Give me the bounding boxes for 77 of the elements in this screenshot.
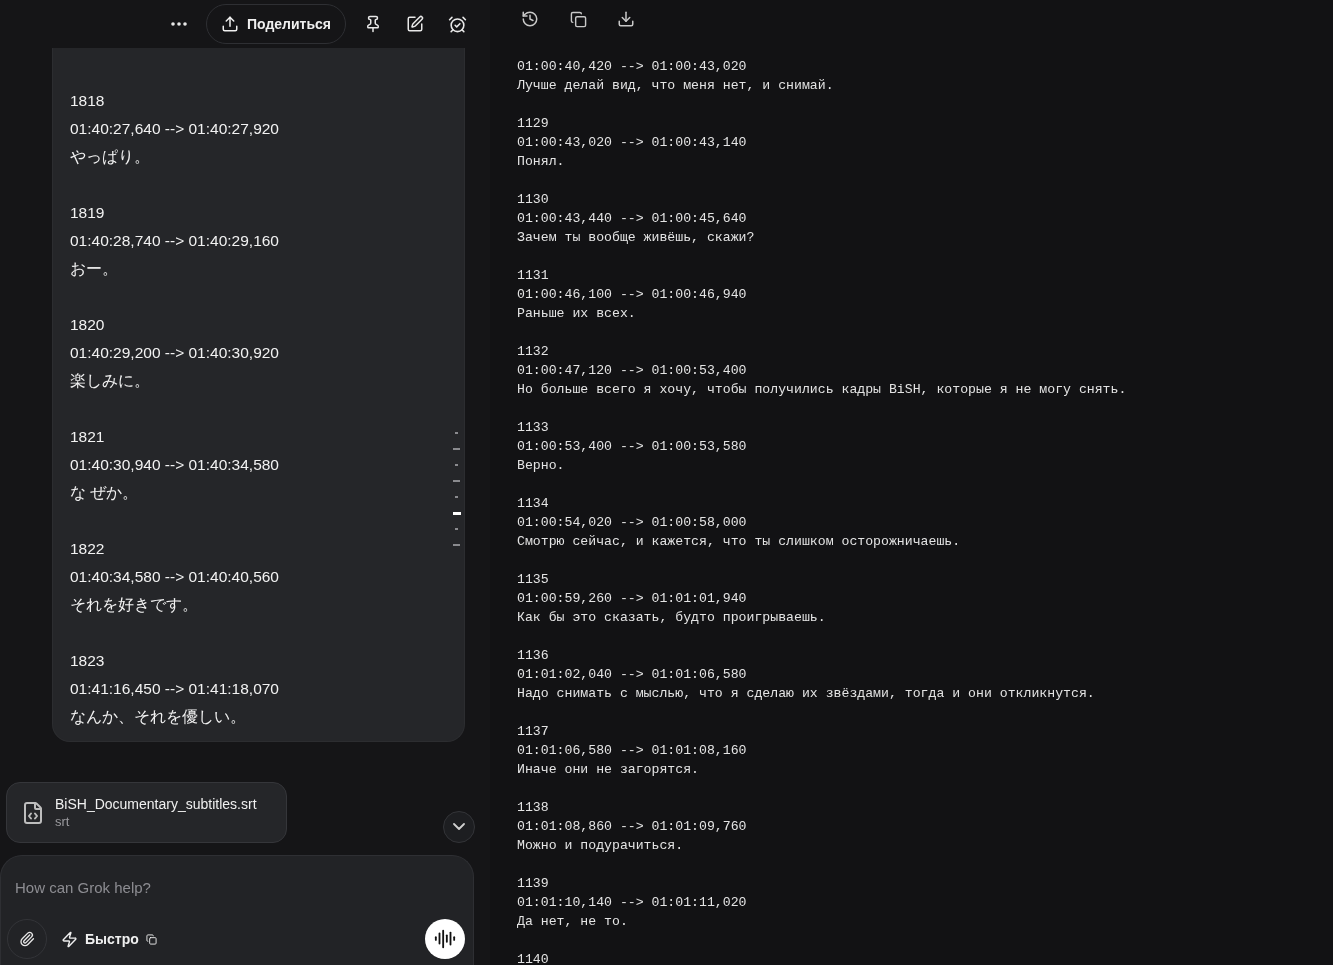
subtitle-number: 1821 [70, 427, 106, 447]
sound-wave-icon [434, 928, 456, 950]
subtitle-timecode: 01:00:47,120 --> 01:00:53,400 [517, 362, 748, 380]
voice-button[interactable] [425, 919, 465, 959]
subtitle-number: 1130 [517, 191, 550, 209]
subtitle-text: Как бы это сказать, будто проигрываешь. [517, 609, 827, 627]
subtitle-text: Иначе они не загорятся. [517, 761, 701, 779]
subtitle-number: 1132 [517, 343, 550, 361]
subtitle-number: 1136 [517, 647, 550, 665]
subtitle-timecode: 01:01:06,580 --> 01:01:08,160 [517, 742, 748, 760]
subtitle-number: 1133 [517, 419, 550, 437]
paperclip-icon [19, 931, 35, 947]
subtitle-number: 1131 [517, 267, 550, 285]
subtitle-timecode: 01:00:53,400 --> 01:00:53,580 [517, 438, 748, 456]
download-icon [617, 10, 635, 28]
subtitle-timecode: 01:01:02,040 --> 01:01:06,580 [517, 666, 748, 684]
more-icon [170, 22, 187, 26]
layers-icon [145, 933, 157, 945]
subtitle-number: 1134 [517, 495, 550, 513]
subtitle-timecode: 01:40:29,200 --> 01:40:30,920 [70, 343, 280, 363]
subtitle-text: それを好きです。 [70, 595, 199, 615]
subtitle-text: Смотрю сейчас, и кажется, что ты слишком осторожничаешь. [517, 533, 962, 551]
mode-button[interactable]: Быстро [61, 930, 157, 948]
subtitle-timecode: 01:00:43,020 --> 01:00:43,140 [517, 134, 748, 152]
subtitle-number: 1822 [70, 539, 106, 559]
lightning-icon [61, 930, 78, 948]
subtitle-text: Можно и подурачиться. [517, 837, 685, 855]
subtitle-timecode: 01:00:43,440 --> 01:00:45,640 [517, 210, 748, 228]
chevron-down-icon [453, 823, 465, 830]
subtitle-timecode: 01:41:16,450 --> 01:41:18,070 [70, 679, 280, 699]
subtitle-number: 1129 [517, 115, 550, 133]
file-type: srt [55, 814, 71, 829]
subtitle-text: Понял. [517, 153, 566, 171]
subtitle-text: やっぱり。 [70, 147, 151, 167]
subtitle-timecode: 01:40:30,940 --> 01:40:34,580 [70, 455, 280, 475]
subtitle-text: Зачем ты вообще живёшь, скажи? [517, 229, 756, 247]
message-minimap-drawing[interactable] [452, 432, 462, 547]
subtitle-timecode: 01:00:54,020 --> 01:00:58,000 [517, 514, 748, 532]
subtitle-number: 1820 [70, 315, 106, 335]
subtitle-text: Надо снимать с мыслью, что я сделаю их звёздами, тогда и они откликнутся. [517, 685, 1096, 703]
subtitle-text: Да нет, не то. [517, 913, 629, 931]
subtitle-timecode: 01:00:59,260 --> 01:01:01,940 [517, 590, 748, 608]
message-input[interactable]: How can Grok help? [13, 878, 467, 897]
subtitle-timecode: 01:01:10,140 --> 01:01:11,020 [517, 894, 748, 912]
subtitle-text: Верно. [517, 457, 566, 475]
upload-icon [220, 15, 239, 33]
history-icon [521, 10, 539, 28]
subtitle-text: Но больше всего я хочу, чтобы получились кадры BiSH, которые я не могу снять. [517, 381, 1128, 399]
subtitle-timecode: 01:00:40,420 --> 01:00:43,020 [517, 58, 748, 76]
share-button[interactable]: Поделиться [205, 4, 346, 44]
subtitle-number: 1140 [517, 951, 550, 965]
alarm-clock-icon [447, 14, 467, 34]
subtitle-text: な ぜか。 [70, 483, 140, 503]
subtitle-number: 1819 [70, 203, 106, 223]
code-file-icon [21, 800, 45, 825]
subtitle-timecode: 01:40:34,580 --> 01:40:40,560 [70, 567, 280, 587]
subtitle-timecode: 01:00:46,100 --> 01:00:46,940 [517, 286, 748, 304]
subtitle-text: Лучше делай вид, что меня нет, и снимай. [517, 77, 835, 95]
subtitle-timecode: 01:40:27,640 --> 01:40:27,920 [70, 119, 280, 139]
copy-icon [569, 10, 587, 28]
subtitle-number: 1138 [517, 799, 550, 817]
subtitle-text: なんか、それを優しい。 [70, 707, 247, 727]
file-attachment[interactable]: BiSH_Documentary_subtitles.srt srt [6, 782, 287, 843]
file-name: BiSH_Documentary_subtitles.srt [55, 796, 257, 812]
subtitle-timecode: 01:40:28,740 --> 01:40:29,160 [70, 231, 280, 251]
subtitle-number: 1139 [517, 875, 550, 893]
subtitle-text: おー。 [70, 259, 119, 279]
subtitle-text: 楽しみに。 [70, 371, 151, 391]
subtitle-text: Раньше их всех. [517, 305, 637, 323]
pin-icon [364, 15, 382, 33]
scroll-down-button[interactable] [443, 810, 475, 843]
subtitle-number: 1137 [517, 723, 550, 741]
subtitle-timecode: 01:01:08,860 --> 01:01:09,760 [517, 818, 748, 836]
subtitle-number: 1818 [70, 91, 106, 111]
subtitle-number: 1135 [517, 571, 550, 589]
edit-icon [406, 15, 424, 33]
subtitle-number: 1823 [70, 651, 106, 671]
